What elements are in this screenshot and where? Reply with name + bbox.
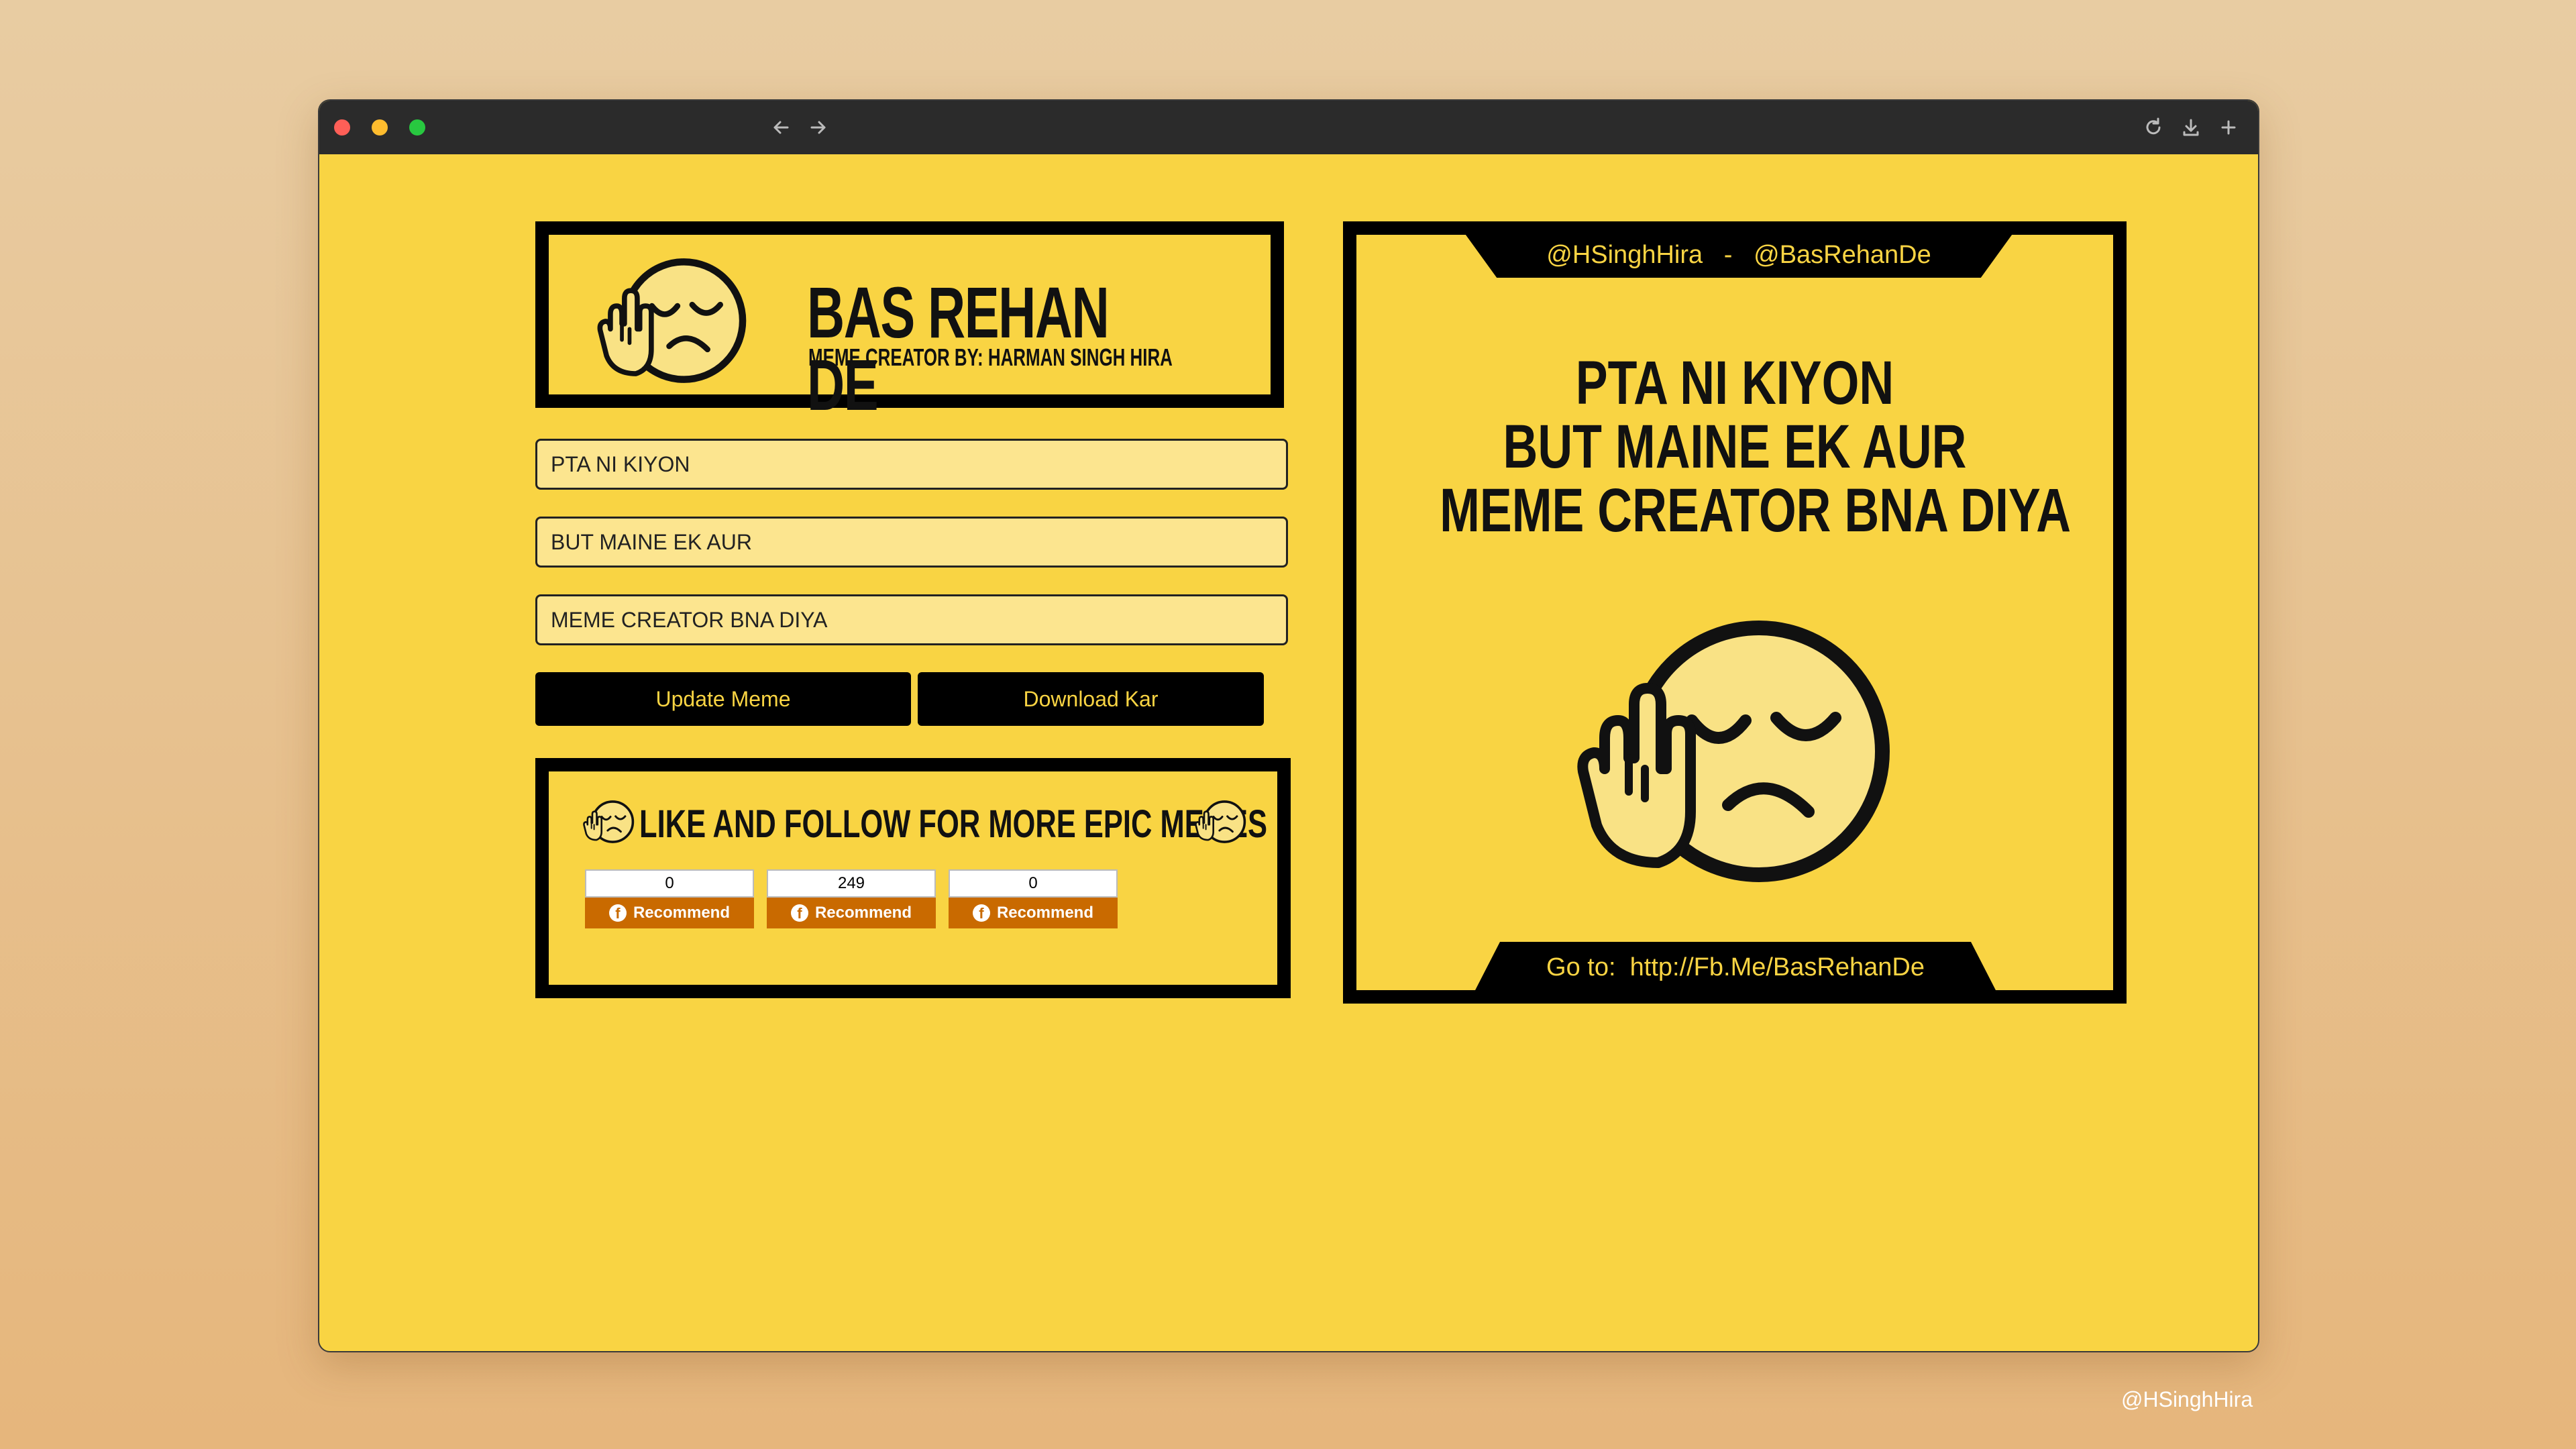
meme-line-1-input[interactable] [535, 439, 1288, 490]
recommend-widget: 249 f Recommend [767, 869, 936, 930]
author-credit: @HSinghHira [2121, 1387, 2253, 1411]
forward-arrow-icon[interactable] [805, 114, 832, 141]
meme-line-3-input[interactable] [535, 594, 1288, 645]
plus-icon[interactable] [2215, 114, 2242, 141]
annoyed-face-hand-icon [589, 254, 750, 388]
follow-heading: LIKE AND FOLLOW FOR MORE EPIC MEMES [639, 802, 1268, 846]
recommend-count: 249 [767, 869, 936, 898]
title-bar [319, 101, 2258, 154]
meme-handles-tab: @HSinghHira - @BasRehanDe [1464, 232, 2014, 278]
recommend-button[interactable]: f Recommend [767, 898, 936, 928]
recommend-count: 0 [585, 869, 754, 898]
meme-line-2-input[interactable] [535, 517, 1288, 568]
update-meme-button[interactable]: Update Meme [535, 672, 911, 726]
close-window-button[interactable] [334, 119, 350, 136]
facebook-icon: f [608, 904, 627, 922]
meme-footer-tab: Go to: http://Fb.Me/BasRehanDe [1474, 942, 1997, 993]
meme-line-2: BUT MAINE EK AUR [1503, 413, 1967, 481]
recommend-label: Recommend [814, 904, 912, 922]
meme-handles: @HSinghHira - @BasRehanDe [1546, 240, 1931, 269]
recommend-widget: 0 f Recommend [949, 869, 1118, 930]
follow-panel: LIKE AND FOLLOW FOR MORE EPIC MEMES 0 f … [535, 758, 1291, 998]
annoyed-face-hand-icon [581, 798, 635, 845]
reload-icon[interactable] [2140, 114, 2167, 141]
meme-line-1: PTA NI KIYON [1575, 349, 1894, 417]
recommend-label: Recommend [996, 904, 1094, 922]
maximize-window-button[interactable] [409, 119, 425, 136]
meme-footer: Go to: http://Fb.Me/BasRehanDe [1546, 953, 1925, 981]
download-icon[interactable] [2178, 114, 2204, 141]
recommend-count: 0 [949, 869, 1118, 898]
meme-preview: @HSinghHira - @BasRehanDe PTA NI KIYON B… [1343, 221, 2127, 1004]
back-arrow-icon[interactable] [767, 114, 794, 141]
meme-line-3: MEME CREATOR BNA DIYA [1440, 476, 2072, 545]
browser-window: BAS REHAN DE MEME CREATOR BY: HARMAN SIN… [318, 99, 2259, 1352]
minimize-window-button[interactable] [372, 119, 388, 136]
facebook-icon: f [790, 904, 808, 922]
download-button[interactable]: Download Kar [918, 672, 1264, 726]
recommend-button[interactable]: f Recommend [949, 898, 1118, 928]
header-banner: BAS REHAN DE MEME CREATOR BY: HARMAN SIN… [535, 221, 1284, 421]
facebook-icon: f [972, 904, 990, 922]
recommend-widget: 0 f Recommend [585, 869, 754, 930]
annoyed-face-hand-icon [1193, 798, 1246, 845]
annoyed-face-hand-icon [1564, 610, 1893, 892]
recommend-label: Recommend [633, 904, 731, 922]
recommend-button[interactable]: f Recommend [585, 898, 754, 928]
site-subtitle: MEME CREATOR BY: HARMAN SINGH HIRA [808, 343, 1173, 371]
